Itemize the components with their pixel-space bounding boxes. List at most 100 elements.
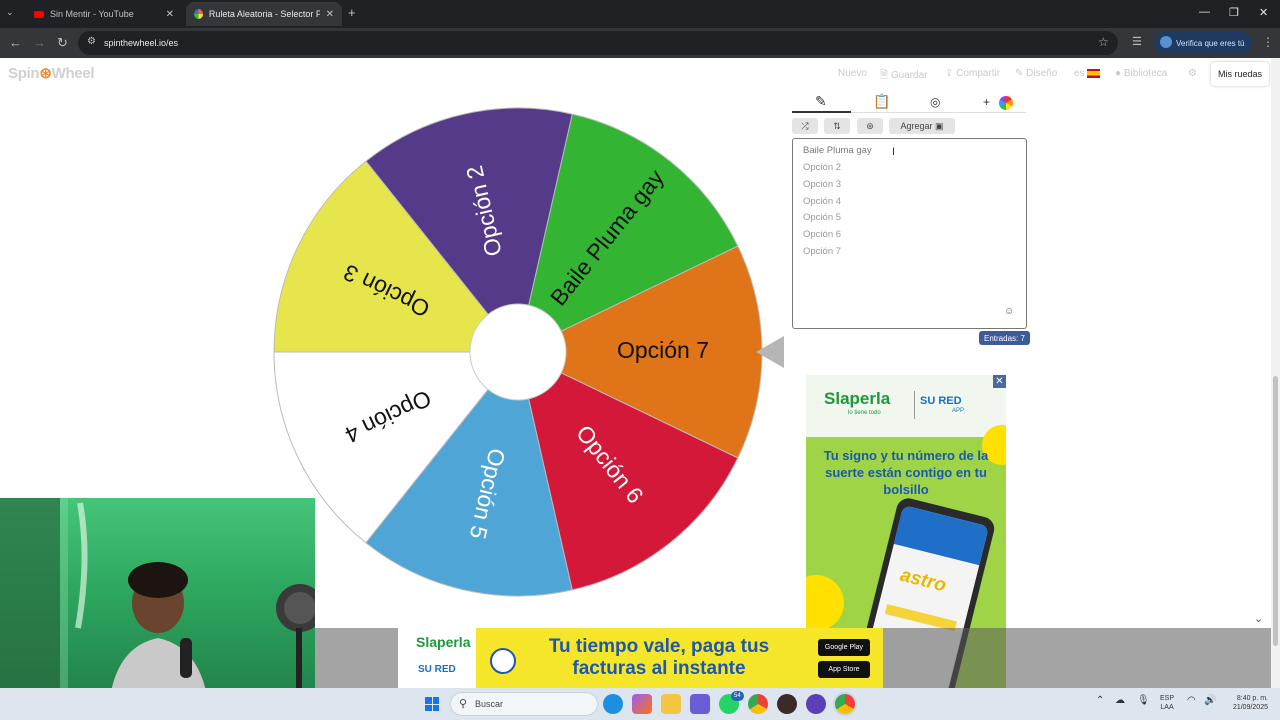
taskbar-search[interactable]: ⚲ Buscar — [450, 692, 598, 716]
clock-date: 21/09/2025 — [1232, 704, 1268, 711]
browser-toolbar: ← → ↻ ⚙ spinthewheel.io/es ☆ ☰ Verifica … — [0, 28, 1280, 58]
windows-start-icon[interactable] — [425, 697, 439, 711]
tray-cloud-icon[interactable]: ☁ — [1115, 695, 1125, 706]
volume-icon[interactable]: 🔊 — [1204, 695, 1216, 706]
language-selector[interactable]: es — [1074, 68, 1101, 79]
color-palette-icon[interactable] — [999, 96, 1013, 110]
copilot-icon[interactable] — [632, 694, 652, 714]
minimize-icon[interactable]: — — [1199, 6, 1210, 18]
nav-compartir[interactable]: ⇪ Compartir — [945, 68, 1000, 79]
ad-divider — [914, 391, 915, 419]
forward-icon[interactable]: → — [33, 35, 46, 50]
search-icon: ⚲ — [459, 698, 468, 710]
logo-text-wheel: Wheel — [51, 65, 95, 82]
ad-bottom-hand-icon — [490, 648, 516, 674]
nav-diseno[interactable]: ✎ Diseño — [1015, 68, 1057, 79]
tab-title: Ruleta Aleatoria - Selector Pers — [208, 9, 320, 19]
entry-line: Opción 7 — [803, 246, 842, 257]
reading-list-icon[interactable]: ☰ — [1132, 35, 1142, 48]
tab-youtube[interactable]: Sin Mentir - YouTube ✕ — [26, 2, 182, 26]
webcam-overlay — [0, 498, 315, 720]
tab-title: Sin Mentir - YouTube — [50, 9, 134, 19]
url-text: spinthewheel.io/es — [104, 38, 179, 48]
scrollbar-thumb[interactable] — [1273, 376, 1278, 646]
ad-bottom-banner[interactable]: Slaperla SU RED Tu tiempo vale, paga tus… — [398, 628, 883, 688]
sort-button[interactable]: ⇅ — [824, 118, 850, 134]
edge-icon[interactable] — [603, 694, 623, 714]
entry-line: Opción 6 — [803, 229, 842, 240]
tab-search-icon[interactable]: ⌄ — [6, 7, 14, 18]
globe-icon: ● — [1115, 68, 1122, 79]
youtube-favicon-icon — [34, 10, 44, 18]
add-entry-button[interactable]: Agregar ▣ — [889, 118, 955, 134]
settings-gear-icon[interactable]: ⚙ — [1188, 68, 1197, 79]
lang-code: ESP — [1160, 695, 1175, 702]
nav-nuevo[interactable]: Nuevo — [838, 68, 867, 79]
shuffle-button[interactable]: ⤮ — [792, 118, 818, 134]
my-wheels-button[interactable]: Mis ruedas — [1211, 62, 1270, 86]
entries-textarea[interactable]: Baile Pluma gay Opción 2 Opción 3 Opción… — [792, 138, 1027, 329]
obs-icon[interactable] — [777, 694, 797, 714]
wheel-segment-label: Opción 7 — [617, 337, 709, 363]
site-info-icon[interactable]: ⚙ — [87, 36, 96, 47]
clipboard-icon[interactable]: 📋 — [873, 93, 890, 110]
close-tab-icon[interactable]: ✕ — [166, 9, 174, 20]
taskbar-search-placeholder: Buscar — [475, 699, 504, 709]
verify-label: Verifica que eres tú — [1176, 38, 1245, 48]
wheel-center-hub[interactable] — [469, 303, 567, 401]
nav-guardar[interactable]: 🗎 Guardar — [880, 68, 928, 85]
input-language[interactable]: ESP LAA — [1160, 694, 1174, 712]
nav-compartir-label: Compartir — [956, 68, 1001, 79]
share-icon: ⇪ — [945, 68, 954, 79]
site-logo[interactable]: Spin⊛Wheel — [8, 64, 95, 82]
nav-biblioteca-label: Biblioteca — [1123, 68, 1168, 79]
restore-icon[interactable]: ❐ — [1229, 6, 1239, 19]
browser-menu-icon[interactable]: ⋮ — [1262, 35, 1274, 49]
logo-wheel-icon: ⊛ — [39, 65, 52, 82]
ad-brand-tagline: lo tiene todo — [848, 410, 881, 416]
tray-mic-icon[interactable]: 🎙 — [1137, 695, 1150, 706]
file-explorer-icon[interactable] — [661, 694, 681, 714]
back-icon[interactable]: ← — [9, 35, 22, 50]
tray-chevron-up-icon[interactable]: ⌃ — [1096, 695, 1104, 706]
wifi-icon[interactable]: ◠ — [1187, 695, 1196, 706]
entry-line: Opción 5 — [803, 212, 842, 223]
clock-time: 8:40 p. m. — [1236, 695, 1268, 702]
app-icon[interactable] — [806, 694, 826, 714]
text-cursor-icon: I — [892, 146, 896, 158]
google-play-badge[interactable]: Google Play — [818, 639, 870, 656]
app-store-badge[interactable]: App Store — [818, 661, 870, 678]
verify-button[interactable]: Verifica que eres tú — [1154, 32, 1253, 54]
windows-taskbar: ⚲ Buscar 54 ⌃ ☁ 🎙 ESP LAA ◠ 🔊 8:40 p. m.… — [0, 688, 1280, 720]
chevron-down-icon[interactable]: ⌄ — [1254, 612, 1263, 625]
address-bar[interactable]: ⚙ spinthewheel.io/es ☆ — [78, 31, 1118, 55]
ad-phone-header — [893, 505, 989, 566]
add-wheel-icon[interactable]: + — [983, 95, 990, 109]
new-tab-button[interactable]: + — [348, 5, 356, 20]
tab-spinthewheel[interactable]: Ruleta Aleatoria - Selector Pers ✕ — [186, 2, 342, 26]
nav-guardar-label: Guardar — [890, 70, 928, 81]
store-icon[interactable] — [690, 694, 710, 714]
taskbar-clock[interactable]: 8:40 p. m. 21/09/2025 — [1222, 694, 1268, 712]
nav-biblioteca[interactable]: ● Biblioteca — [1115, 68, 1167, 79]
logo-text-spin: Spin — [8, 65, 40, 82]
chrome-icon[interactable] — [748, 694, 768, 714]
edit-pencil-icon[interactable]: ✎ — [815, 93, 827, 110]
image-icon: ⊛ — [866, 120, 874, 131]
spin-wheel[interactable]: Baile Pluma gayOpción 2Opción 3Opción 4O… — [270, 104, 766, 600]
sort-icon: ⇅ — [833, 120, 841, 131]
ad-close-icon[interactable]: ✕ — [993, 375, 1006, 388]
profile-avatar-icon — [1160, 36, 1172, 48]
add-entry-label: Agregar — [900, 121, 933, 131]
entry-line: Baile Pluma gay — [803, 145, 872, 156]
bookmark-star-icon[interactable]: ☆ — [1098, 35, 1109, 49]
emoji-icon[interactable]: ☺ — [1004, 306, 1014, 317]
nav-diseno-label: Diseño — [1026, 68, 1058, 79]
close-tab-icon[interactable]: ✕ — [326, 9, 334, 20]
pencil-icon: ✎ — [1015, 68, 1024, 79]
reload-icon[interactable]: ↻ — [57, 35, 68, 51]
close-window-icon[interactable]: ✕ — [1259, 6, 1268, 19]
hide-eye-icon[interactable]: ◎ — [930, 95, 940, 109]
chrome-active-icon[interactable] — [835, 694, 855, 714]
image-button[interactable]: ⊛ — [857, 118, 883, 134]
